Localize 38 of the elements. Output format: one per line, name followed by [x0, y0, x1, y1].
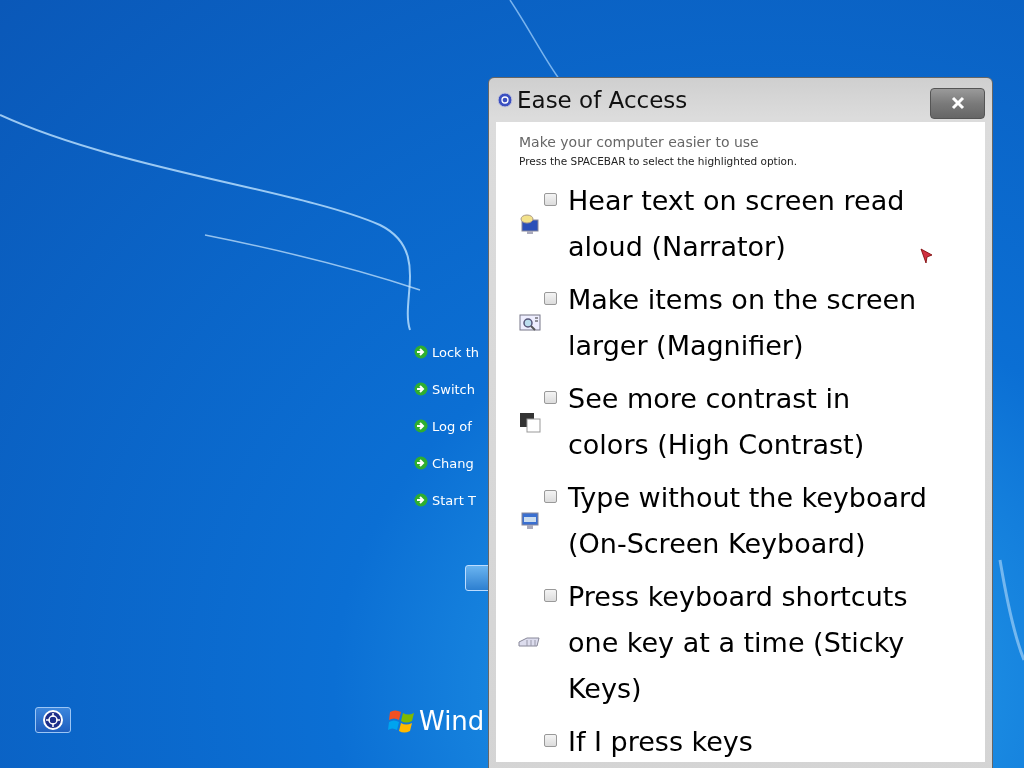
arrow-icon — [414, 345, 428, 359]
option-label[interactable]: Hear text on screen read aloud (Narrator) — [568, 178, 934, 270]
option-label[interactable]: See more contrast in colors (High Contrast) — [568, 376, 934, 468]
checkbox[interactable] — [544, 490, 557, 503]
ease-of-access-button[interactable] — [35, 707, 71, 733]
hint-text: Press the SPACEBAR to select the highlighted option. — [519, 154, 798, 169]
menu-link[interactable]: Log of — [414, 416, 480, 436]
checkbox[interactable] — [544, 734, 557, 747]
option-label[interactable]: Make items on the screen larger (Magnifier) — [568, 277, 934, 369]
brand-text: Wind — [419, 706, 485, 736]
option-label[interactable]: Press keyboard shortcuts one key at a time (Sticky Keys) — [568, 574, 934, 712]
window-title: Ease of Access — [517, 87, 689, 113]
checkbox[interactable] — [544, 193, 557, 206]
menu-link[interactable]: Start T — [414, 490, 480, 510]
menu-link[interactable]: Chang — [414, 453, 480, 473]
menu-link[interactable]: Lock th — [414, 342, 480, 362]
option-label[interactable]: Type without the keyboard (On-Screen Keyboard) — [568, 475, 934, 567]
ease-of-access-icon — [42, 709, 64, 731]
arrow-icon — [414, 456, 428, 470]
keys-icon — [517, 636, 541, 650]
menu-link[interactable]: Switch — [414, 379, 480, 399]
monitor-keyboard-icon — [519, 510, 541, 532]
arrow-icon — [414, 382, 428, 396]
checkbox[interactable] — [544, 292, 557, 305]
heading: Make your computer easier to use — [519, 133, 760, 152]
option-label[interactable]: If I press keys — [568, 719, 934, 765]
arrow-icon — [414, 493, 428, 507]
ease-of-access-icon — [497, 92, 513, 108]
windows-logo-icon — [388, 708, 416, 734]
checkbox[interactable] — [544, 589, 557, 602]
close-icon — [949, 96, 966, 110]
close-button[interactable] — [930, 87, 985, 119]
arrow-icon — [414, 419, 428, 433]
mouse-pointer-icon — [920, 248, 934, 264]
magnifier-window-icon — [519, 312, 541, 334]
checkbox[interactable] — [544, 391, 557, 404]
contrast-squares-icon — [519, 411, 541, 433]
monitor-speech-icon — [519, 213, 541, 235]
